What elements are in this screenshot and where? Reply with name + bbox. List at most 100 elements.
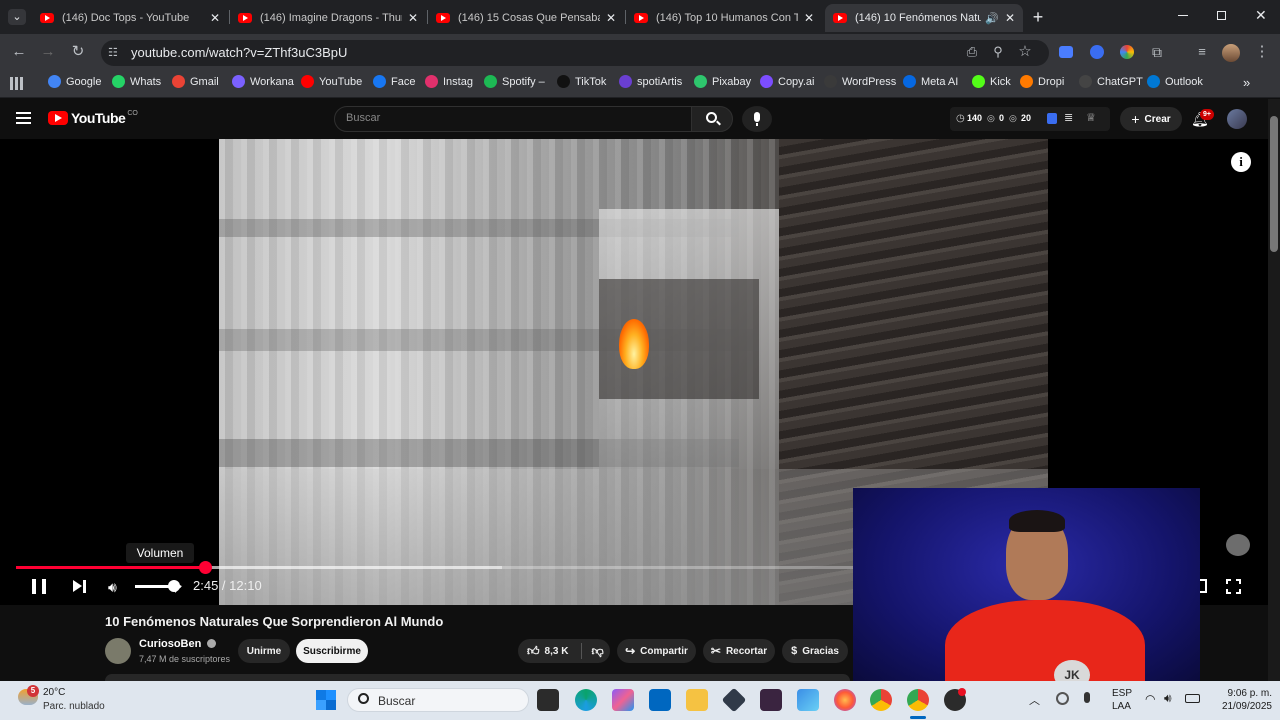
edge-icon[interactable] bbox=[575, 689, 597, 711]
close-icon[interactable]: ✕ bbox=[606, 11, 616, 25]
apps-grid-icon[interactable] bbox=[10, 77, 23, 90]
bookmark-item[interactable]: YouTube bbox=[301, 75, 362, 88]
bookmark-item[interactable]: Instag bbox=[425, 75, 473, 88]
url-text[interactable]: youtube.com/watch?v=ZThf3uC3BpU bbox=[131, 45, 347, 60]
channel-name[interactable]: CuriosoBen bbox=[139, 638, 217, 650]
new-tab-button[interactable]: + bbox=[1030, 6, 1046, 28]
speaker-icon[interactable]: 🔊 bbox=[985, 12, 999, 25]
recording-dot bbox=[958, 688, 966, 696]
snipping-icon[interactable] bbox=[797, 689, 819, 711]
bookmark-item[interactable]: Pixabay bbox=[694, 75, 751, 88]
copilot-icon[interactable] bbox=[612, 689, 634, 711]
bookmark-item[interactable]: Dropi bbox=[1020, 75, 1064, 88]
tab-doc-tops[interactable]: (146) Doc Tops - YouTube ✕ bbox=[32, 4, 228, 32]
youtube-logo[interactable]: YouTube CO bbox=[48, 110, 138, 126]
extension-stats[interactable]: ◷ 140 ◎ 0 ◎ 20 ≣ ♕ bbox=[950, 107, 1110, 131]
close-icon[interactable]: ✕ bbox=[1005, 11, 1015, 25]
speaker-tray-icon[interactable]: 🔊︎ bbox=[1164, 691, 1172, 706]
extensions-puzzle-icon[interactable]: ⧉ bbox=[1147, 42, 1167, 62]
bookmark-item[interactable]: Kick bbox=[972, 75, 1011, 88]
subscribe-button[interactable]: Suscribirme bbox=[296, 639, 368, 663]
bookmark-item[interactable]: TikTok bbox=[557, 75, 606, 88]
bookmark-item[interactable]: Whats bbox=[112, 75, 161, 88]
search-button[interactable] bbox=[691, 106, 733, 132]
like-button[interactable]: 👍︎ 8,3 K 👎︎ bbox=[518, 639, 610, 663]
bookmark-item[interactable]: Spotify – bbox=[484, 75, 545, 88]
next-icon[interactable] bbox=[73, 580, 87, 593]
volume-icon[interactable]: 🔊︎ bbox=[108, 579, 117, 596]
chrome-active-icon[interactable] bbox=[907, 689, 929, 711]
taskbar-search[interactable]: Buscar bbox=[347, 688, 529, 712]
thanks-button[interactable]: $ Gracias bbox=[782, 639, 848, 663]
join-button[interactable]: Unirme bbox=[238, 639, 290, 663]
clip-button[interactable]: ✂ Recortar bbox=[703, 639, 775, 663]
restore-icon[interactable] bbox=[1217, 11, 1226, 20]
share-button[interactable]: ↪ Compartir bbox=[617, 639, 696, 663]
close-icon[interactable]: ✕ bbox=[210, 11, 220, 25]
menu-dots-icon[interactable]: ⋮ bbox=[1252, 42, 1272, 62]
profile-avatar[interactable] bbox=[1222, 44, 1240, 62]
tray-app-icon[interactable] bbox=[1056, 692, 1069, 705]
firefox-icon[interactable] bbox=[834, 689, 856, 711]
tray-chevron-icon[interactable]: ︿ bbox=[1029, 692, 1040, 708]
reload-icon[interactable]: ↻ bbox=[68, 42, 88, 62]
lang-bottom: LAA bbox=[1112, 701, 1131, 712]
bookmark-item[interactable]: Copy.ai bbox=[760, 75, 814, 88]
battery-icon[interactable] bbox=[1185, 694, 1200, 703]
clock-time[interactable]: 9:06 p. m. bbox=[1216, 688, 1272, 699]
bookmark-item[interactable]: Face bbox=[373, 75, 415, 88]
chrome-icon[interactable] bbox=[870, 689, 892, 711]
account-avatar[interactable] bbox=[1227, 109, 1247, 129]
bookmark-item[interactable]: Outlook bbox=[1147, 75, 1203, 88]
bookmark-item[interactable]: ChatGPT bbox=[1079, 75, 1143, 88]
scrollbar-thumb[interactable] bbox=[1270, 116, 1278, 252]
minimize-icon[interactable] bbox=[1178, 15, 1188, 16]
bookmark-item[interactable]: WordPress bbox=[824, 75, 896, 88]
bookmark-star-icon[interactable]: ☆ bbox=[1015, 42, 1035, 62]
channel-avatar[interactable] bbox=[105, 638, 131, 664]
pause-icon[interactable] bbox=[32, 579, 46, 594]
app-dark-icon[interactable] bbox=[760, 689, 782, 711]
voice-search-button[interactable] bbox=[742, 106, 772, 132]
install-app-icon[interactable]: ⎙ bbox=[962, 42, 982, 62]
forward-icon[interactable]: → bbox=[38, 42, 58, 62]
extension-tag-icon[interactable] bbox=[1059, 46, 1073, 58]
tab-title: (146) Imagine Dragons - Thunder bbox=[260, 12, 402, 24]
tab-top-10-humanos[interactable]: (146) Top 10 Humanos Con Talentos ✕ bbox=[626, 4, 822, 32]
extension-circle-icon[interactable] bbox=[1090, 45, 1104, 59]
zoom-icon[interactable]: ⚲ bbox=[988, 42, 1008, 62]
store-icon[interactable] bbox=[649, 689, 671, 711]
tab-10-fenomenos-active[interactable]: (146) 10 Fenómenos Naturales 🔊 ✕ bbox=[825, 4, 1023, 32]
more-bookmarks-icon[interactable]: » bbox=[1243, 75, 1250, 90]
close-window-icon[interactable]: ✕ bbox=[1255, 7, 1267, 24]
weather-temp[interactable]: 20°C bbox=[43, 687, 65, 698]
bookmark-item[interactable]: Meta AI bbox=[903, 75, 958, 88]
create-button[interactable]: + Crear bbox=[1120, 107, 1182, 131]
bookmark-item[interactable]: Workana bbox=[232, 75, 294, 88]
tab-search-icon[interactable]: ⌄ bbox=[8, 9, 26, 25]
windows-start-icon[interactable] bbox=[316, 690, 336, 710]
lang-top[interactable]: ESP bbox=[1112, 688, 1132, 699]
task-view-icon[interactable] bbox=[537, 689, 559, 711]
back-icon[interactable]: ← bbox=[9, 42, 29, 62]
close-icon[interactable]: ✕ bbox=[804, 11, 814, 25]
bookmark-item[interactable]: Google bbox=[48, 75, 101, 88]
channel-watermark-icon[interactable] bbox=[1226, 534, 1250, 556]
bookmark-item[interactable]: Gmail bbox=[172, 75, 219, 88]
extension-colorful-icon[interactable] bbox=[1120, 45, 1134, 59]
tab-imagine-dragons[interactable]: (146) Imagine Dragons - Thunder ✕ bbox=[230, 4, 426, 32]
wifi-icon[interactable]: ◠ bbox=[1145, 692, 1155, 706]
hamburger-menu-icon[interactable] bbox=[16, 112, 31, 124]
tray-mic-icon[interactable] bbox=[1084, 692, 1090, 703]
close-icon[interactable]: ✕ bbox=[408, 11, 418, 25]
site-info-icon[interactable]: ☷ bbox=[108, 46, 118, 59]
file-explorer-icon[interactable] bbox=[686, 689, 708, 711]
search-input[interactable]: Buscar bbox=[334, 106, 692, 132]
info-icon[interactable]: i bbox=[1231, 152, 1251, 172]
fullscreen-icon[interactable] bbox=[1226, 579, 1241, 594]
tab-15-cosas[interactable]: (146) 15 Cosas Que Pensabas Que ✕ bbox=[428, 4, 624, 32]
thumbs-down-icon[interactable]: 👎︎ bbox=[591, 644, 603, 659]
media-control-icon[interactable]: ≡ bbox=[1192, 42, 1212, 62]
bookmark-item[interactable]: spotiArtis bbox=[619, 75, 682, 88]
bookmark-label: Spotify – bbox=[502, 75, 545, 88]
